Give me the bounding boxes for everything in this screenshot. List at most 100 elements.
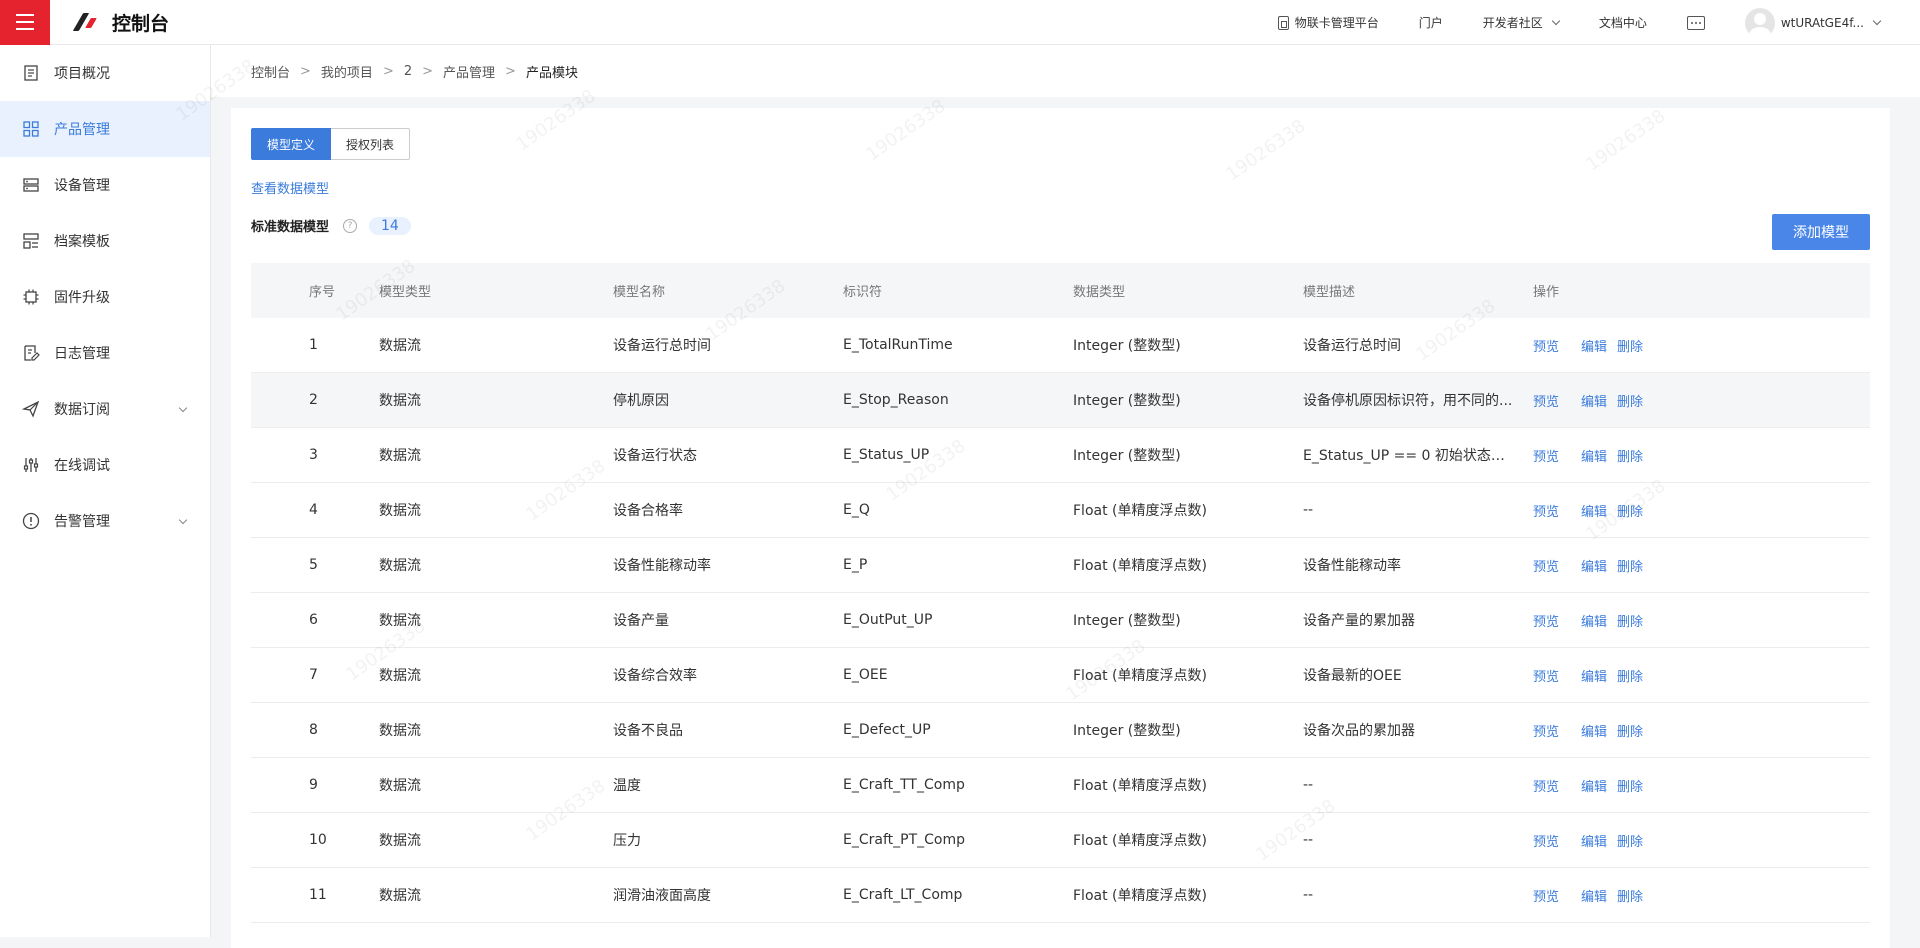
tab-authorization-list[interactable]: 授权列表 xyxy=(331,128,411,160)
edit-link[interactable]: 编辑 xyxy=(1581,831,1607,850)
chevron-down-icon xyxy=(178,515,188,525)
delete-link[interactable]: 删除 xyxy=(1617,666,1643,685)
breadcrumb-item-project[interactable]: 2 xyxy=(404,64,412,79)
message-button[interactable] xyxy=(1686,15,1705,30)
docs-label: 文档中心 xyxy=(1598,16,1647,30)
preview-link[interactable]: 预览 xyxy=(1533,391,1559,410)
edit-link[interactable]: 编辑 xyxy=(1581,611,1607,630)
cell-identifier: E_Craft_TT_Comp xyxy=(843,777,965,793)
row-actions: 预览 编辑 删除 xyxy=(1533,391,1870,410)
chevron-down-icon xyxy=(1872,16,1882,25)
row-actions: 预览 编辑 删除 xyxy=(1533,666,1870,685)
cell-model-name: 停机原因 xyxy=(613,393,669,409)
edit-link[interactable]: 编辑 xyxy=(1581,776,1607,795)
cell-description: -- xyxy=(1303,832,1314,848)
edit-link[interactable]: 编辑 xyxy=(1581,391,1607,410)
sidebar-item-product-management[interactable]: 产品管理 xyxy=(0,101,210,157)
row-actions: 预览 编辑 删除 xyxy=(1533,776,1870,795)
preview-link[interactable]: 预览 xyxy=(1533,831,1559,850)
cell-index: 9 xyxy=(309,777,318,793)
sidebar-item-data-subscription[interactable]: 数据订阅 xyxy=(0,381,210,437)
delete-link[interactable]: 删除 xyxy=(1617,886,1643,905)
delete-link[interactable]: 删除 xyxy=(1617,721,1643,740)
document-icon xyxy=(24,65,38,81)
delete-link[interactable]: 删除 xyxy=(1617,336,1643,355)
preview-link[interactable]: 预览 xyxy=(1533,721,1559,740)
edit-link[interactable]: 编辑 xyxy=(1581,501,1607,520)
content-panel: 模型定义 授权列表 查看数据模型 标准数据模型 ? 14 添加模型 序号 模型类… xyxy=(231,108,1890,948)
delete-link[interactable]: 删除 xyxy=(1617,391,1643,410)
app-logo[interactable]: 控制台 xyxy=(72,9,169,36)
cell-description: 设备停机原因标识符，用不同的... xyxy=(1303,393,1513,409)
cell-model-name: 设备不良品 xyxy=(613,723,683,739)
cell-identifier: E_TotalRunTime xyxy=(843,337,953,353)
sim-card-icon xyxy=(1277,15,1289,30)
cell-data-type: Integer (整数型) xyxy=(1073,448,1181,464)
view-data-model-link[interactable]: 查看数据模型 xyxy=(251,178,329,197)
username: wtURAtGE4f... xyxy=(1780,15,1864,30)
hamburger-menu-icon[interactable] xyxy=(0,0,50,45)
sidebar-item-archive-template[interactable]: 档案模板 xyxy=(0,213,210,269)
preview-link[interactable]: 预览 xyxy=(1533,336,1559,355)
sidebar-item-alert-management[interactable]: 告警管理 xyxy=(0,493,210,549)
row-actions: 预览 编辑 删除 xyxy=(1533,336,1870,355)
help-icon[interactable]: ? xyxy=(343,218,358,233)
cell-description: 设备次品的累加器 xyxy=(1303,723,1415,739)
cell-model-name: 设备合格率 xyxy=(613,503,683,519)
table-row: 11 数据流 润滑油液面高度 E_Craft_LT_Comp Float (单精度浮点数… xyxy=(251,868,1870,923)
sidebar-item-project-overview[interactable]: 项目概况 xyxy=(0,45,210,101)
row-actions: 预览 编辑 删除 xyxy=(1533,831,1870,850)
edit-link[interactable]: 编辑 xyxy=(1581,886,1607,905)
delete-link[interactable]: 删除 xyxy=(1617,776,1643,795)
sidebar-item-label: 档案模板 xyxy=(54,234,110,250)
preview-link[interactable]: 预览 xyxy=(1533,666,1559,685)
grid-icon xyxy=(23,121,39,137)
header-description: 模型描述 xyxy=(1303,285,1356,300)
sidebar-item-log-management[interactable]: 日志管理 xyxy=(0,325,210,381)
edit-link[interactable]: 编辑 xyxy=(1581,446,1607,465)
chevron-down-icon xyxy=(1551,16,1561,25)
top-bar: 控制台 物联卡管理平台 门户 开发者社区 文档中心 wtURAtGE4f... xyxy=(0,0,1920,45)
preview-link[interactable]: 预览 xyxy=(1533,776,1559,795)
sidebar-item-device-management[interactable]: 设备管理 xyxy=(0,157,210,213)
preview-link[interactable]: 预览 xyxy=(1533,501,1559,520)
edit-link[interactable]: 编辑 xyxy=(1581,721,1607,740)
delete-link[interactable]: 删除 xyxy=(1617,831,1643,850)
preview-link[interactable]: 预览 xyxy=(1533,446,1559,465)
user-menu[interactable]: wtURAtGE4f... xyxy=(1744,7,1882,38)
cell-index: 1 xyxy=(309,337,318,353)
cell-index: 8 xyxy=(309,722,318,738)
preview-link[interactable]: 预览 xyxy=(1533,886,1559,905)
cell-identifier: E_Defect_UP xyxy=(843,722,931,738)
row-actions: 预览 编辑 删除 xyxy=(1533,446,1870,465)
main-content: 控制台 > 我的项目 > 2 > 产品管理 > 产品模块 模型定义 授权列表 查… xyxy=(211,45,1920,948)
cell-identifier: E_Status_UP xyxy=(843,447,930,463)
table-row: 1 数据流 设备运行总时间 E_TotalRunTime Integer (整数型) 设备… xyxy=(251,318,1870,373)
delete-link[interactable]: 删除 xyxy=(1617,446,1643,465)
sidebar-item-online-debug[interactable]: 在线调试 xyxy=(0,437,210,493)
edit-link[interactable]: 编辑 xyxy=(1581,336,1607,355)
header-model-type: 模型类型 xyxy=(379,285,432,300)
cell-model-name: 温度 xyxy=(613,778,641,794)
delete-link[interactable]: 删除 xyxy=(1617,611,1643,630)
delete-link[interactable]: 删除 xyxy=(1617,501,1643,520)
breadcrumb-item-product-management[interactable]: 产品管理 xyxy=(443,62,495,81)
edit-link[interactable]: 编辑 xyxy=(1581,556,1607,575)
table-row: 7 数据流 设备综合效率 E_OEE Float (单精度浮点数) 设备最新的OEE 预览 编… xyxy=(251,648,1870,703)
breadcrumb-item-console[interactable]: 控制台 xyxy=(251,62,290,81)
portal-link[interactable]: 门户 xyxy=(1419,14,1443,31)
breadcrumb-item-my-projects[interactable]: 我的项目 xyxy=(321,62,373,81)
docs-link[interactable]: 文档中心 xyxy=(1599,14,1647,31)
preview-link[interactable]: 预览 xyxy=(1533,556,1559,575)
dev-community-dropdown[interactable]: 开发者社区 xyxy=(1483,14,1561,31)
tab-model-definition[interactable]: 模型定义 xyxy=(251,128,332,160)
breadcrumb: 控制台 > 我的项目 > 2 > 产品管理 > 产品模块 xyxy=(211,45,1920,97)
cell-index: 3 xyxy=(309,447,318,463)
cell-description: -- xyxy=(1303,887,1314,903)
iot-card-link[interactable]: 物联卡管理平台 xyxy=(1277,14,1379,31)
edit-link[interactable]: 编辑 xyxy=(1581,666,1607,685)
sidebar-item-firmware-upgrade[interactable]: 固件升级 xyxy=(0,269,210,325)
add-model-button[interactable]: 添加模型 xyxy=(1772,214,1870,250)
delete-link[interactable]: 删除 xyxy=(1617,556,1643,575)
preview-link[interactable]: 预览 xyxy=(1533,611,1559,630)
